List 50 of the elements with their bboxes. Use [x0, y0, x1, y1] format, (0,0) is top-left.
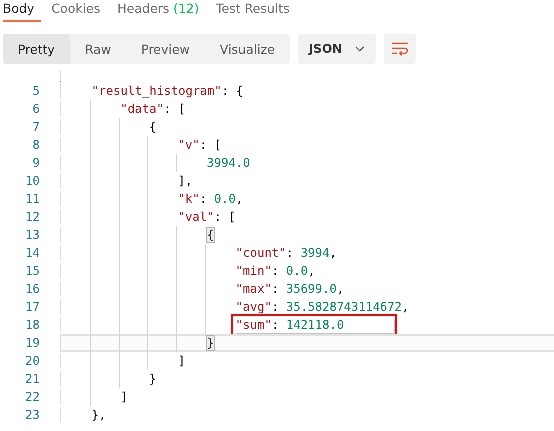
line-number: 11: [24, 191, 41, 208]
code-text: ],: [177, 174, 194, 188]
response-tab[interactable]: Cookies: [52, 0, 107, 22]
line-number: 12: [24, 209, 41, 226]
line-number: 9: [32, 155, 41, 172]
line-number: 19: [24, 335, 41, 352]
chevron-down-icon: [355, 46, 366, 52]
view-mode-button[interactable]: Preview: [126, 34, 206, 64]
code-text: "count": 3994,: [234, 246, 338, 260]
response-tab[interactable]: Test Results: [216, 0, 296, 22]
line-number: 15: [24, 263, 41, 280]
line-number: 5: [32, 83, 41, 100]
line-number: 22: [24, 389, 41, 406]
line-number: 10: [24, 173, 41, 190]
code-text: "data": [: [120, 102, 187, 116]
line-number: 7: [32, 119, 41, 136]
line-number: 16: [24, 281, 41, 298]
code-text: "v": [: [177, 138, 223, 152]
format-dropdown[interactable]: JSON: [298, 34, 376, 64]
line-number: 18: [24, 317, 41, 334]
code-text: "avg": 35.5828743114672,: [234, 300, 410, 314]
line-number: 13: [24, 227, 41, 244]
code-text: }: [206, 336, 216, 350]
code-text: },: [90, 408, 108, 422]
line-number: 8: [32, 137, 41, 154]
code-text: {: [206, 228, 216, 242]
line-number: 14: [24, 245, 41, 262]
view-mode-button[interactable]: Visualize: [205, 34, 290, 64]
code-text: 3994.0: [206, 156, 252, 170]
code-text: "val": [: [177, 210, 237, 224]
line-number: 17: [24, 299, 41, 316]
code-text: "result_histogram": {: [90, 84, 245, 98]
code-text: ]: [177, 354, 186, 368]
code-text: "max": 35699.0,: [234, 282, 346, 296]
line-number: 23: [24, 407, 41, 424]
view-mode-button[interactable]: Raw: [70, 34, 126, 64]
code-text: ]: [120, 390, 129, 404]
wrap-lines-button[interactable]: [384, 34, 416, 64]
code-text: "min": 0.0,: [234, 264, 316, 278]
code-text: "k": 0.0,: [177, 192, 244, 206]
code-text: }: [148, 372, 158, 386]
line-number: 21: [24, 371, 41, 388]
response-tab[interactable]: Body: [3, 0, 41, 22]
line-number: 20: [24, 353, 41, 370]
response-tab[interactable]: Headers (12): [118, 0, 206, 22]
line-number: 6: [32, 101, 41, 118]
code-text: "sum": 142118.0: [234, 317, 394, 333]
view-mode-button[interactable]: Pretty: [3, 34, 70, 64]
wrap-lines-icon: [391, 42, 410, 56]
code-text: {: [148, 120, 158, 134]
